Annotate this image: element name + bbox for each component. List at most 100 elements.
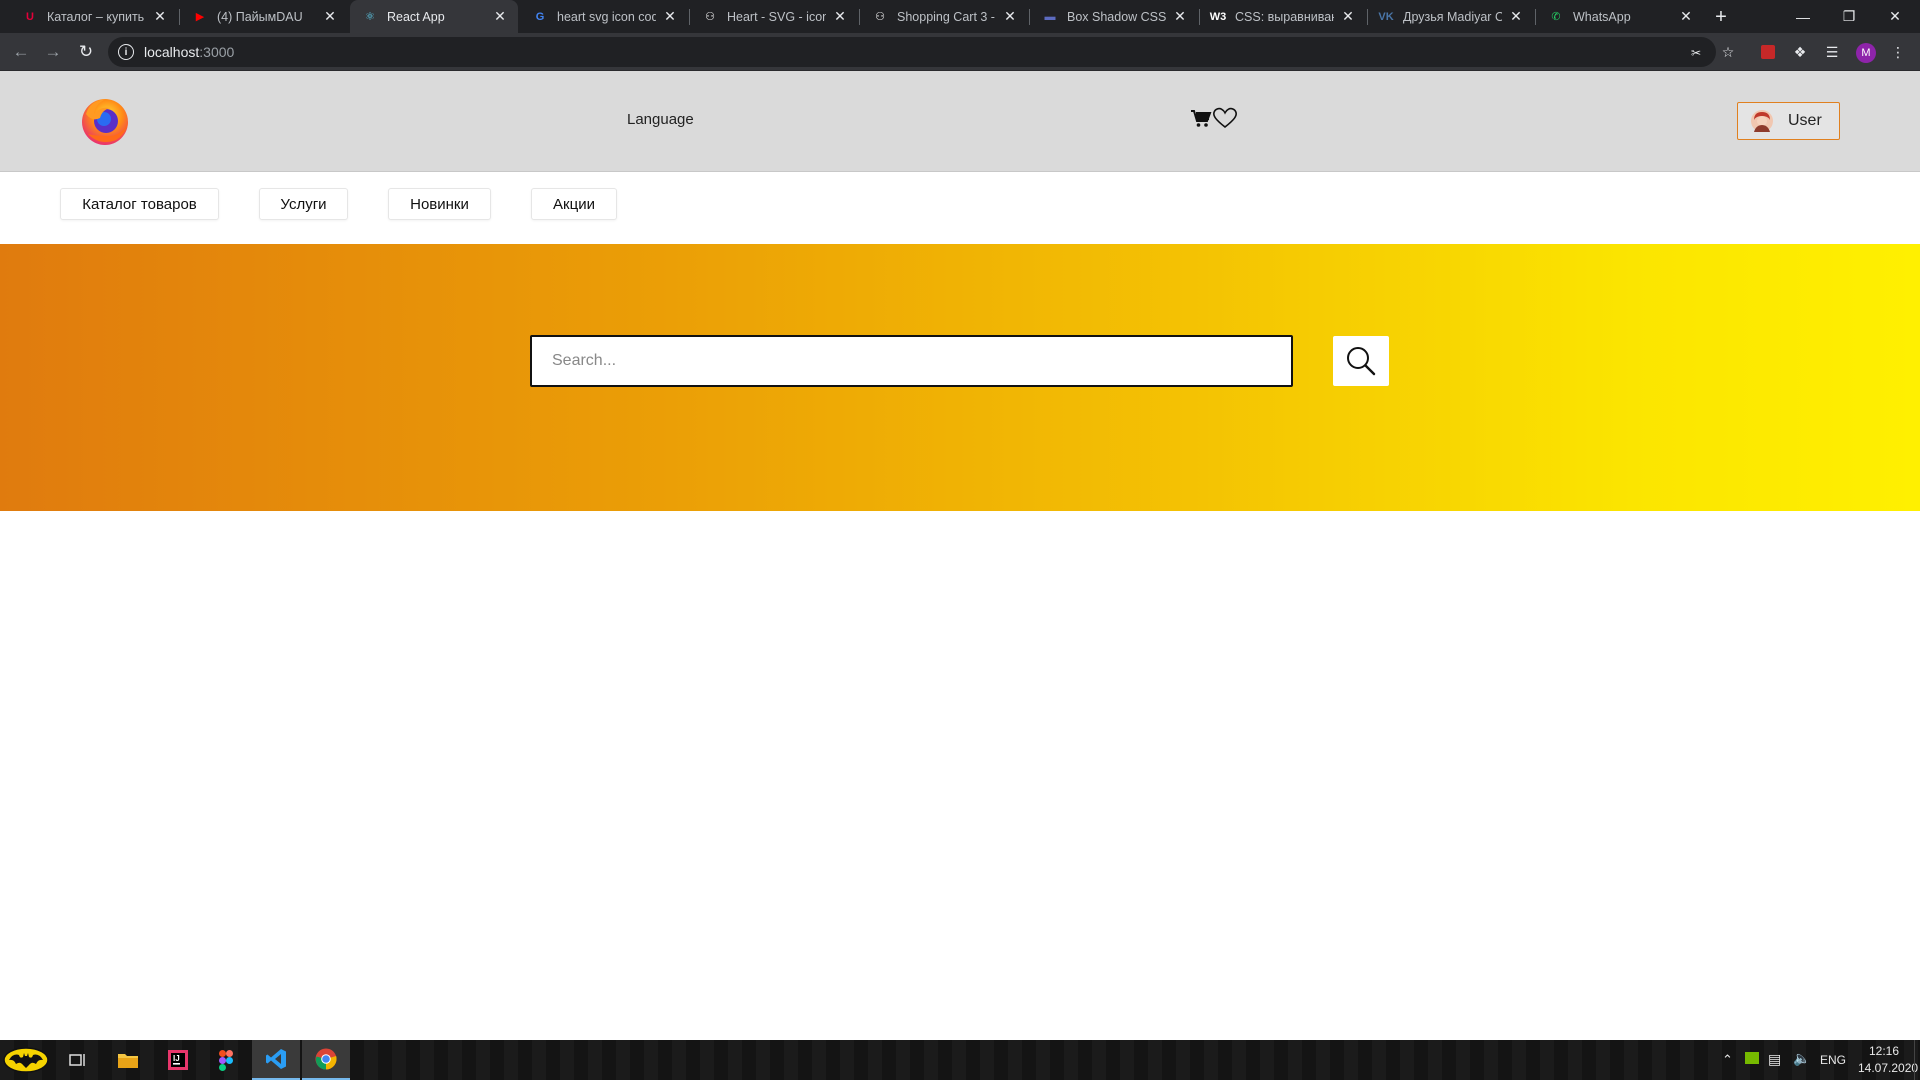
browser-tab-7[interactable]: ▬ Box Shadow CSS Ge ✕	[1030, 0, 1198, 33]
tab-close-icon[interactable]: ✕	[1002, 8, 1018, 25]
idea-logo-icon: IJ	[168, 1050, 188, 1070]
user-account-button[interactable]: User	[1737, 102, 1840, 140]
svg-text:IJ: IJ	[173, 1054, 180, 1063]
tab-favicon-icon: ✆	[1551, 11, 1561, 23]
tab-title: (4) ПайымDAU	[217, 9, 303, 24]
back-arrow-icon[interactable]: ←	[7, 38, 35, 66]
url-port: :3000	[199, 44, 235, 60]
tab-favicon-icon: W3	[1209, 10, 1227, 23]
figma-logo-icon	[219, 1049, 233, 1071]
profile-avatar[interactable]: M	[1856, 43, 1876, 63]
extension-red-icon[interactable]	[1758, 42, 1778, 62]
site-info-icon[interactable]: i	[118, 44, 134, 60]
category-navigation: Каталог товаров Услуги Новинки Акции	[0, 172, 1920, 244]
nav-item-catalog[interactable]: Каталог товаров	[60, 188, 219, 220]
vscode-logo-icon	[266, 1049, 286, 1069]
vscode-icon[interactable]	[252, 1040, 300, 1080]
tray-clock-time[interactable]: 12:16	[1869, 1044, 1899, 1058]
tab-close-icon[interactable]: ✕	[1678, 8, 1694, 25]
task-view-glyph-icon	[69, 1054, 85, 1066]
tab-title: CSS: выравнивание	[1235, 9, 1334, 24]
tray-volume-icon[interactable]: 🔈	[1793, 1050, 1810, 1067]
tab-favicon-icon: U	[26, 10, 34, 23]
nav-item-services[interactable]: Услуги	[259, 188, 348, 220]
tab-title: Heart - SVG - iconm	[727, 9, 826, 24]
tab-close-icon[interactable]: ✕	[662, 8, 678, 25]
translate-icon[interactable]: ✂	[1686, 43, 1706, 63]
browser-tab-4[interactable]: Gheart svg icon code ✕	[520, 0, 688, 33]
browser-tab-5[interactable]: ⚇ Heart - SVG - iconm ✕	[690, 0, 858, 33]
os-taskbar: IJ ⌃ ▤ 🔈 ENG 12:16 14.07.2020	[0, 1040, 1920, 1080]
restore-window-button[interactable]: ❐	[1826, 0, 1872, 33]
tray-clock-date[interactable]: 14.07.2020	[1858, 1061, 1918, 1075]
user-label: User	[1788, 112, 1822, 129]
task-view-icon[interactable]	[54, 1040, 102, 1080]
tray-network-icon[interactable]: ▤	[1768, 1051, 1781, 1068]
media-queue-icon[interactable]: ☰	[1822, 42, 1842, 62]
tab-favicon-icon: ▬	[1044, 10, 1056, 23]
forward-arrow-icon[interactable]: →	[39, 38, 67, 66]
web-page: Language User Каталог товаров Услуги Нов…	[0, 71, 1920, 1040]
tab-favicon-icon: ⚛	[365, 11, 375, 23]
tab-favicon-icon: G	[535, 10, 545, 23]
user-avatar-icon	[1751, 110, 1773, 132]
tab-close-icon[interactable]: ✕	[152, 8, 168, 25]
browser-tab-bar: U Каталог – купить по ✕ ▶ (4) ПайымDAU ✕ ⚛ Reac…	[0, 0, 1920, 33]
browser-menu-icon[interactable]: ⋮	[1888, 42, 1908, 62]
browser-tab-10[interactable]: ✆ WhatsApp ✕	[1536, 0, 1704, 33]
browser-tab-3[interactable]: ⚛ React App ✕	[350, 0, 518, 33]
firefox-logo-icon[interactable]	[80, 96, 130, 146]
minimize-window-button[interactable]: —	[1780, 0, 1826, 33]
browser-tab-9[interactable]: VK Друзья Madiyar On ✕	[1366, 0, 1534, 33]
tab-close-icon[interactable]: ✕	[1508, 8, 1524, 25]
start-button-batman-icon[interactable]	[0, 1040, 52, 1080]
tab-close-icon[interactable]: ✕	[1340, 8, 1356, 25]
tab-title: heart svg icon code	[557, 9, 656, 24]
figma-icon[interactable]	[202, 1040, 250, 1080]
search-icon	[1347, 347, 1376, 376]
browser-tab-6[interactable]: ⚇ Shopping Cart 3 - S ✕	[860, 0, 1028, 33]
tray-language-indicator[interactable]: ENG	[1820, 1053, 1846, 1067]
tab-title: Box Shadow CSS Ge	[1067, 9, 1166, 24]
extensions-puzzle-icon[interactable]: ❖	[1790, 42, 1810, 62]
show-desktop-button[interactable]	[1914, 1040, 1920, 1080]
tab-favicon-icon: VK	[1378, 10, 1394, 23]
tab-title: WhatsApp	[1573, 9, 1631, 24]
file-explorer-icon[interactable]	[104, 1040, 152, 1080]
chrome-icon[interactable]	[302, 1040, 350, 1080]
batman-logo-icon	[3, 1047, 49, 1073]
browser-tab-8[interactable]: W3 CSS: выравнивание ✕	[1198, 0, 1366, 33]
tab-favicon-icon: ▶	[195, 11, 205, 23]
tab-close-icon[interactable]: ✕	[322, 8, 338, 25]
language-selector[interactable]: Language	[627, 111, 694, 128]
intellij-idea-icon[interactable]: IJ	[154, 1040, 202, 1080]
hero-search-banner	[0, 244, 1920, 511]
close-window-button[interactable]: ✕	[1872, 0, 1918, 33]
new-tab-button[interactable]: +	[1708, 4, 1734, 30]
header-action-icons	[1190, 107, 1238, 129]
chrome-logo-icon	[315, 1048, 337, 1070]
nav-item-promotions[interactable]: Акции	[531, 188, 617, 220]
bookmark-star-icon[interactable]: ☆	[1718, 42, 1738, 62]
tab-title: Каталог – купить по	[47, 9, 146, 24]
shopping-cart-icon[interactable]	[1190, 108, 1212, 128]
tray-nvidia-icon[interactable]	[1745, 1052, 1759, 1067]
tab-close-icon[interactable]: ✕	[492, 8, 508, 25]
browser-toolbar: ← → ↻ i localhost:3000 ✂ ☆ ❖ ☰ M ⋮	[0, 33, 1920, 71]
folder-icon	[118, 1054, 138, 1068]
tab-close-icon[interactable]: ✕	[1172, 8, 1188, 25]
search-input[interactable]	[530, 335, 1293, 387]
search-button[interactable]	[1333, 336, 1389, 386]
tray-overflow-chevron-icon[interactable]: ⌃	[1722, 1052, 1733, 1068]
tab-favicon-icon: ⚇	[875, 11, 885, 23]
url-host: localhost	[144, 44, 200, 60]
reload-icon[interactable]: ↻	[72, 38, 100, 66]
tab-close-icon[interactable]: ✕	[832, 8, 848, 25]
tab-title: Друзья Madiyar On	[1403, 9, 1502, 24]
tab-favicon-icon: ⚇	[705, 11, 715, 23]
browser-tab-2[interactable]: ▶ (4) ПайымDAU ✕	[180, 0, 348, 33]
nav-item-new-arrivals[interactable]: Новинки	[388, 188, 491, 220]
address-bar[interactable]: i localhost:3000 ✂	[108, 37, 1716, 67]
heart-favorites-icon[interactable]	[1212, 107, 1238, 129]
browser-tab-1[interactable]: U Каталог – купить по ✕	[10, 0, 178, 33]
